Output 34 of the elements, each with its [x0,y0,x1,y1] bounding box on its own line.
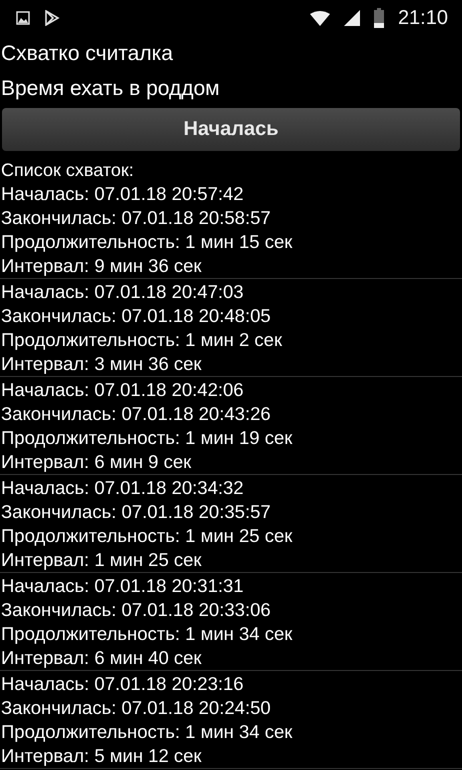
contraction-detail: Продолжительность: 1 мин 2 сек [0,328,284,352]
start-button[interactable]: Началась [2,108,460,151]
contraction-detail: Интервал: 5 мин 12 сек [0,744,203,768]
contraction-detail: Продолжительность: 1 мин 25 сек [0,524,294,548]
contraction-detail: Закончилась: 07.01.18 20:24:50 [0,696,272,720]
contraction-detail: Интервал: 6 мин 40 сек [0,646,203,670]
contraction-detail: Началась: 07.01.18 20:34:32 [0,476,245,500]
contraction-detail: Продолжительность: 1 мин 34 сек [0,622,294,646]
contraction-detail: Интервал: 9 мин 36 сек [0,254,203,278]
play-store-icon [44,10,60,26]
contraction-detail: Интервал: 1 мин 25 сек [0,548,203,572]
contraction-detail: Началась: 07.01.18 20:57:42 [0,182,245,206]
battery-icon [374,8,384,28]
contraction-detail: Продолжительность: 1 мин 34 сек [0,720,294,744]
contraction-detail: Закончилась: 07.01.18 20:48:05 [0,304,272,328]
contraction-detail: Интервал: 6 мин 9 сек [0,450,192,474]
app-title: Схватко считалка [0,41,174,67]
contraction-detail: Началась: 07.01.18 20:23:16 [0,672,245,696]
status-message: Время ехать в роддом [0,76,221,102]
clock-time: 21:10 [398,6,448,30]
contraction-detail: Закончилась: 07.01.18 20:35:57 [0,500,272,524]
contraction-detail: Началась: 07.01.18 20:47:03 [0,280,245,304]
contraction-detail: Интервал: 3 мин 36 сек [0,352,203,376]
contraction-detail: Началась: 07.01.18 20:31:31 [0,574,245,598]
contraction-detail: Продолжительность: 1 мин 15 сек [0,230,294,254]
image-icon [16,11,30,25]
contraction-detail: Закончилась: 07.01.18 20:43:26 [0,402,272,426]
contraction-detail: Закончилась: 07.01.18 20:33:06 [0,598,272,622]
contraction-detail: Продолжительность: 1 мин 19 сек [0,426,294,450]
wifi-icon [310,10,330,26]
contraction-detail: Закончилась: 07.01.18 20:58:57 [0,206,272,230]
signal-icon [344,10,360,26]
list-title: Список схваток: [0,159,135,181]
contraction-detail: Началась: 07.01.18 20:42:06 [0,378,245,402]
